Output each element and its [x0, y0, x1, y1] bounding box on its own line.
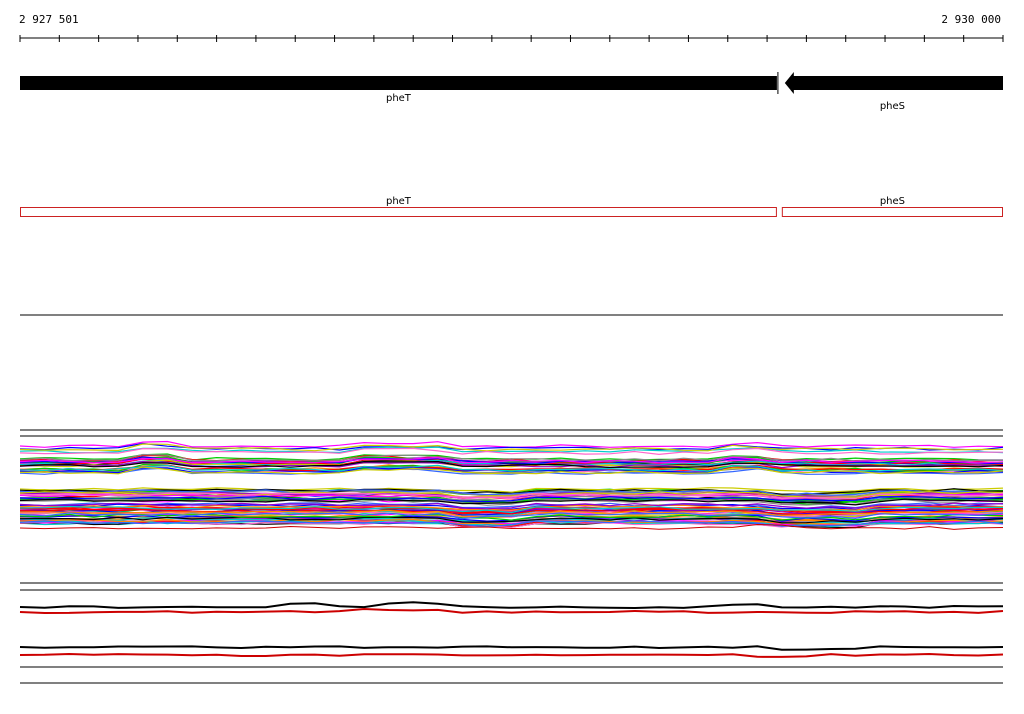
- cds-box-pheS: [781, 207, 1004, 217]
- comparison-line-red: [19, 607, 1004, 615]
- gene-track: pheT pheS: [20, 72, 1003, 112]
- gene-label-pheS: pheS: [880, 101, 905, 112]
- alignment-track: [19, 429, 1004, 684]
- genome-browser-canvas[interactable]: pheT pheS pheT pheS: [0, 0, 1024, 714]
- cds-box-pheT: [20, 207, 777, 217]
- comparison-line-black: [19, 645, 1004, 651]
- comparison-track: [19, 601, 1004, 658]
- cds-label-pheS: pheS: [880, 196, 905, 207]
- comparison-line-red: [19, 652, 1004, 658]
- coordinate-ruler: [19, 35, 1004, 42]
- gene-arrow-pheS: [784, 72, 1003, 94]
- gene-label-pheT: pheT: [386, 93, 412, 104]
- comparison-line-black: [19, 601, 1004, 610]
- cds-label-pheT: pheT: [386, 196, 412, 207]
- cds-track: pheT pheS: [20, 196, 1004, 217]
- gene-arrow-pheT: [20, 76, 777, 90]
